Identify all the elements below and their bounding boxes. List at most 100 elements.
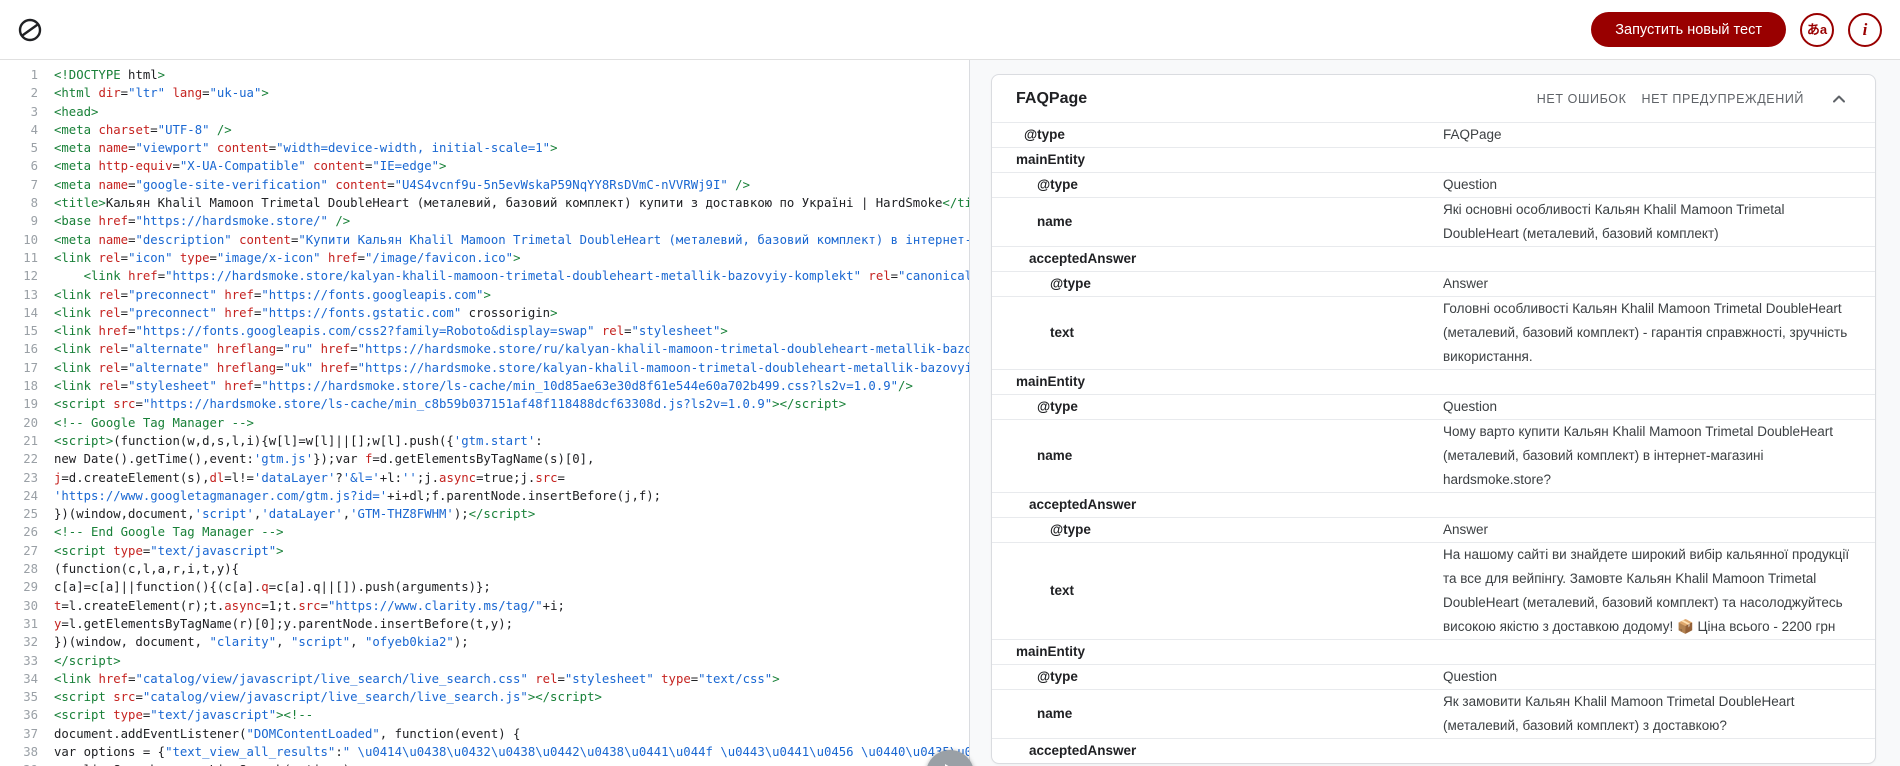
code-line: 34 <link href="catalog/view/javascript/li…: [0, 670, 969, 688]
property-key: acceptedAnswer: [1029, 743, 1137, 758]
collapse-chevron-up-icon[interactable]: [1827, 87, 1851, 111]
code-lines: 1 <!DOCTYPE html> 2 <html dir="ltr" lang="u…: [0, 66, 969, 766]
run-new-test-button[interactable]: Запустить новый тест: [1591, 12, 1786, 47]
code-line: 36 <script type="text/javascript"><!--: [0, 706, 969, 724]
code-line: 13 <link rel="preconnect" href="https://f…: [0, 286, 969, 304]
play-button[interactable]: [926, 750, 974, 766]
code-line: 31 y=l.getElementsByTagName(r)[0];y.paren…: [0, 615, 969, 633]
property-value: Question: [1443, 177, 1498, 192]
line-number: 31: [23, 616, 38, 631]
line-number: 34: [23, 671, 38, 686]
property-key: mainEntity: [1016, 374, 1086, 389]
property-row: mainEntity: [992, 369, 1875, 394]
line-number: 11: [23, 250, 38, 265]
line-number: 36: [23, 708, 38, 723]
result-card: FAQPage НЕТ ОШИБОК НЕТ ПРЕДУПРЕЖДЕНИЙ @t…: [991, 74, 1876, 764]
property-row: @type Question: [992, 172, 1875, 197]
code-text: </script>: [54, 653, 121, 668]
code-text: c[a]=c[a]||function(){(c[a].q=c[a].q||[]…: [54, 580, 491, 595]
code-text: <link href="https://fonts.googleapis.com…: [54, 324, 728, 339]
code-line: 4 <meta charset="UTF-8" />: [0, 121, 969, 139]
line-number: 20: [23, 415, 38, 430]
code-text: })(window, document, "clarity", "script"…: [54, 635, 469, 650]
code-text: <script type="text/javascript"><!--: [54, 708, 314, 723]
code-text: })(window,document,'script','dataLayer',…: [54, 507, 536, 522]
line-number: 17: [23, 360, 38, 375]
property-row: @type Question: [992, 664, 1875, 689]
line-number: 18: [23, 379, 38, 394]
property-value: Answer: [1443, 522, 1489, 537]
line-number: 2: [30, 86, 38, 101]
code-editor[interactable]: 1 <!DOCTYPE html> 2 <html dir="ltr" lang="u…: [0, 60, 970, 766]
code-line: 39var liveSearch = new LiveSearch(option…: [0, 761, 969, 766]
property-row: name Чому варто купити Кальян Khalil Mamo…: [992, 419, 1875, 492]
line-number: 1: [30, 68, 38, 82]
property-value: Головні особливості Кальян Khalil Mamoon…: [1443, 301, 1848, 364]
code-line: 23 j=d.createElement(s),dl=l!='dataLayer'…: [0, 469, 969, 487]
property-value: Question: [1443, 669, 1498, 684]
code-text: 'https://www.googletagmanager.com/gtm.js…: [54, 488, 662, 503]
property-row: @type Answer: [992, 517, 1875, 542]
code-text: var liveSearch = new LiveSearch(options)…: [38, 761, 358, 766]
code-text: <!DOCTYPE html>: [54, 68, 166, 82]
results-pane: FAQPage НЕТ ОШИБОК НЕТ ПРЕДУПРЕЖДЕНИЙ @t…: [970, 60, 1900, 766]
line-number: 29: [23, 580, 38, 595]
line-number: 26: [23, 525, 38, 540]
property-value: Чому варто купити Кальян Khalil Mamoon T…: [1443, 424, 1833, 487]
code-text: y=l.getElementsByTagName(r)[0];y.parentN…: [54, 616, 514, 631]
line-number: 27: [23, 543, 38, 558]
code-text: j=d.createElement(s),dl=l!='dataLayer'?'…: [54, 470, 565, 485]
property-row: mainEntity: [992, 639, 1875, 664]
code-line: 19 <script src="https://hardsmoke.store/l…: [0, 395, 969, 413]
property-key: text: [1050, 583, 1075, 598]
code-text: <link rel="alternate" hreflang="ru" href…: [54, 342, 969, 357]
code-text: (function(c,l,a,r,i,t,y){: [54, 562, 240, 577]
line-number: 25: [23, 507, 38, 522]
code-line: 9 <base href="https://hardsmoke.store/" /…: [0, 212, 969, 230]
code-line: 5 <meta name="viewport" content="width=de…: [0, 139, 969, 157]
code-line: 16 <link rel="alternate" hreflang="ru" hr…: [0, 340, 969, 358]
line-number: 38: [23, 744, 38, 759]
property-value: На нашому сайті ви знайдете широкий вибі…: [1443, 547, 1850, 634]
property-key: @type: [1037, 669, 1078, 684]
code-text: <script type="text/javascript">: [54, 543, 284, 558]
code-line: 22 new Date().getTime(),event:'gtm.js'});…: [0, 450, 969, 468]
line-number: 15: [23, 324, 38, 339]
property-key: name: [1037, 214, 1073, 229]
code-line: 6 <meta http-equiv="X-UA-Compatible" cont…: [0, 157, 969, 175]
code-line: 8 <title>Кальян Khalil Mamoon Trimetal Do…: [0, 194, 969, 212]
info-icon[interactable]: i: [1848, 12, 1882, 47]
app-logo-globe-icon[interactable]: [16, 16, 44, 44]
code-line: 2 <html dir="ltr" lang="uk-ua">: [0, 84, 969, 102]
line-number: 33: [23, 653, 38, 668]
line-number: 7: [30, 177, 38, 192]
property-key: @type: [1037, 177, 1078, 192]
line-number: 13: [23, 287, 38, 302]
property-key: @type: [1050, 276, 1091, 291]
line-number: 21: [23, 433, 38, 448]
property-key: @type: [1024, 127, 1065, 142]
property-key: acceptedAnswer: [1029, 497, 1137, 512]
code-line: 14 <link rel="preconnect" href="https://f…: [0, 304, 969, 322]
code-line: 1 <!DOCTYPE html>: [0, 66, 969, 84]
property-key: mainEntity: [1016, 644, 1086, 659]
line-number: 32: [23, 635, 38, 650]
property-key: text: [1050, 325, 1075, 340]
code-text: <base href="https://hardsmoke.store/" />: [54, 214, 351, 229]
code-text: <meta name="google-site-verification" co…: [54, 177, 750, 192]
translate-icon[interactable]: あa: [1800, 12, 1834, 47]
code-line: 11 <link rel="icon" type="image/x-icon" h…: [0, 249, 969, 267]
code-line: 27 <script type="text/javascript">: [0, 542, 969, 560]
property-row: @type Answer: [992, 271, 1875, 296]
code-text: <link rel="stylesheet" href="https://har…: [54, 379, 913, 394]
no-errors-status: НЕТ ОШИБОК: [1536, 91, 1627, 106]
code-text: <meta http-equiv="X-UA-Compatible" conte…: [54, 159, 447, 174]
code-line: 26 <!-- End Google Tag Manager -->: [0, 523, 969, 541]
property-row: name Які основні особливості Кальян Khali…: [992, 197, 1875, 246]
code-text: var options = {"text_view_all_results":"…: [54, 744, 970, 759]
code-text: new Date().getTime(),event:'gtm.js'});va…: [54, 452, 595, 467]
property-key: name: [1037, 706, 1073, 721]
code-text: <link href="https://hardsmoke.store/kaly…: [83, 269, 969, 284]
code-text: <!-- End Google Tag Manager -->: [54, 525, 284, 540]
property-table: @type FAQPage mainEntity @type Question name Я…: [992, 122, 1875, 763]
